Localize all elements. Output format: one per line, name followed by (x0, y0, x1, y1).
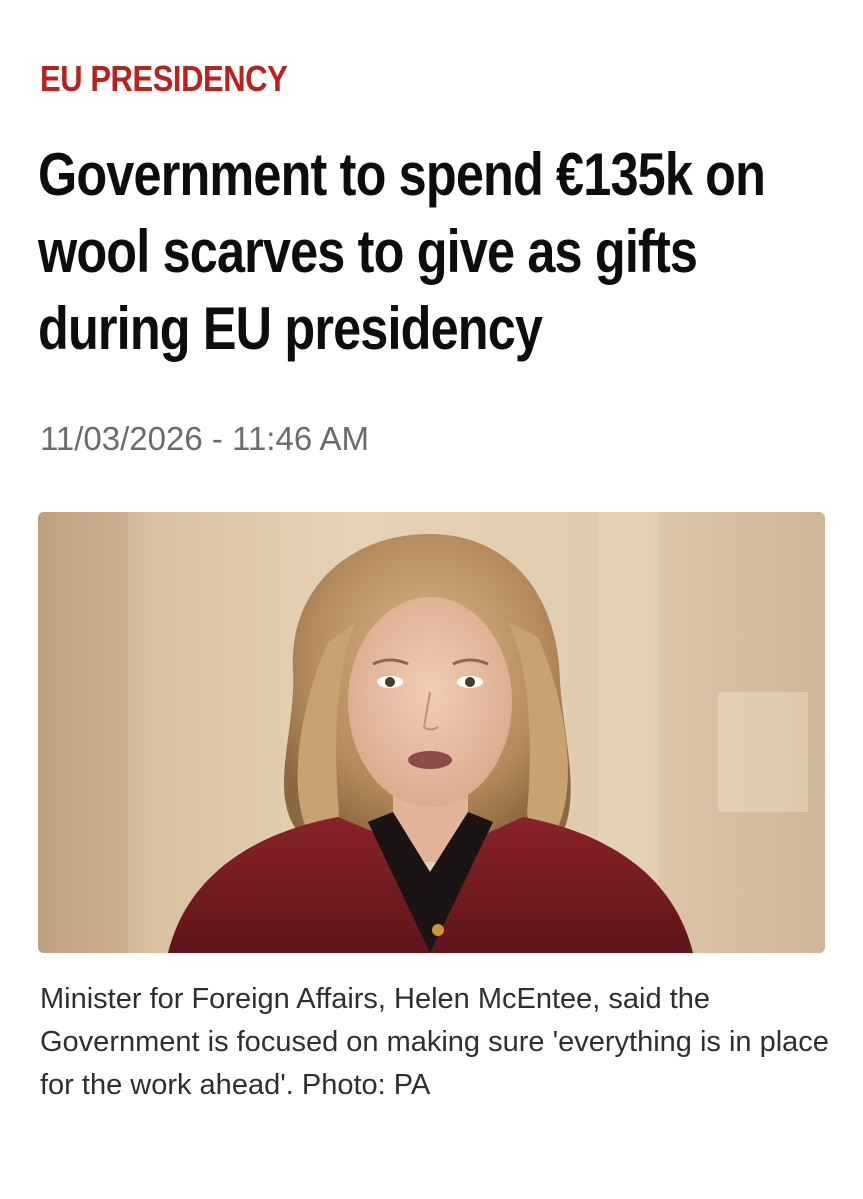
article-headline[interactable]: Government to spend €135k on wool scarve… (38, 136, 811, 367)
publish-timestamp: 11/03/2026 - 11:46 AM (40, 420, 370, 457)
photo-illustration (38, 512, 825, 953)
category-label[interactable]: EU PRESIDENCY (40, 58, 288, 100)
article-photo[interactable] (38, 512, 825, 953)
photo-caption: Minister for Foreign Affairs, Helen McEn… (40, 983, 829, 1101)
news-article: EU PRESIDENCY Government to spend €135k … (0, 0, 863, 1199)
